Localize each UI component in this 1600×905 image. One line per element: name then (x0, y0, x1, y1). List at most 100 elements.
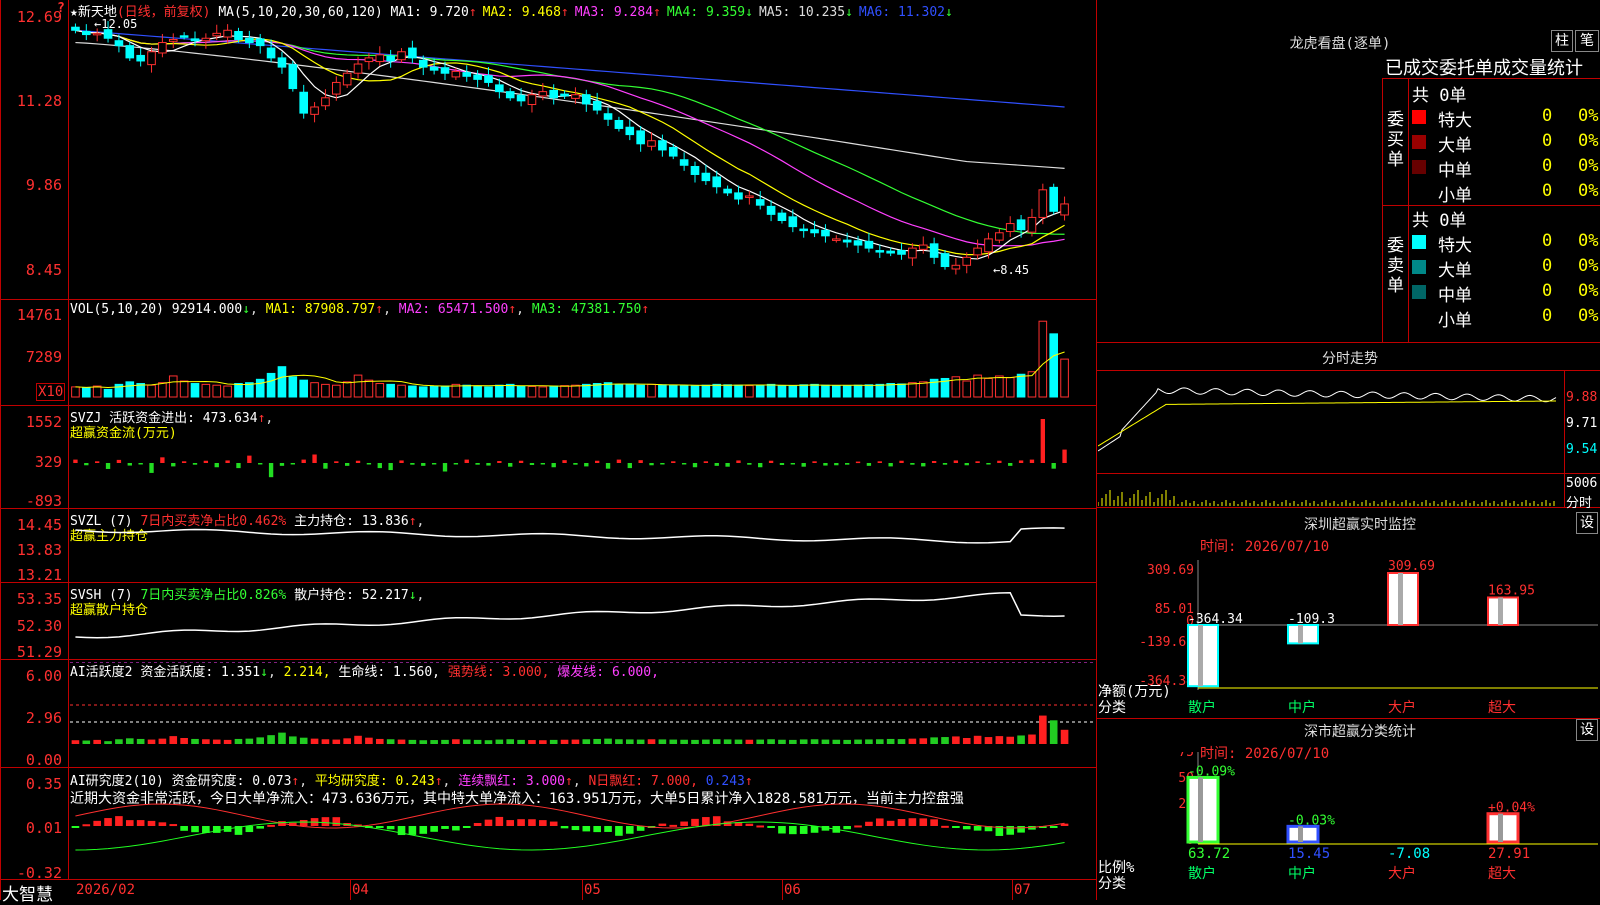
volume-bar (799, 384, 808, 398)
ai1-bar (875, 739, 884, 744)
ai2-bar (767, 826, 775, 828)
svzl-line[interactable] (70, 510, 1096, 582)
flow-bar (681, 463, 687, 465)
ai1-bar (636, 739, 645, 744)
candle-body (505, 91, 515, 99)
volume-bar (201, 383, 211, 398)
legend-swatch (1412, 110, 1426, 124)
ai2-bar (745, 823, 754, 826)
flow-bar (431, 463, 437, 465)
flow-bar (997, 460, 1002, 463)
volume-bar (712, 383, 722, 398)
volume-bar (962, 380, 972, 398)
flow-bar (703, 461, 709, 463)
intraday-chart[interactable] (1098, 371, 1564, 507)
ai1-bar (321, 739, 330, 744)
volume-bar (462, 384, 472, 398)
ai1-bar (799, 739, 808, 744)
candle-body (125, 45, 135, 59)
candle-body (277, 57, 287, 68)
ai1-bar (723, 739, 732, 744)
candle-body (310, 106, 319, 115)
ai2-chart[interactable] (70, 790, 1096, 879)
ai1-bar (506, 739, 515, 744)
ma3-line (75, 29, 1065, 247)
flow-bar (203, 460, 209, 463)
candle-body (201, 37, 211, 42)
ai1-bar (669, 739, 678, 744)
ai1-bar (430, 740, 438, 744)
sep-ai2 (0, 767, 1096, 768)
candle-body (473, 74, 482, 80)
svsh-ytick: 53.35 (16, 590, 62, 608)
candle-body (625, 126, 635, 136)
flow-bar (258, 463, 263, 465)
ai1-ytick: 2.96 (25, 709, 62, 727)
monitor-settings-button[interactable]: 设 (1576, 512, 1598, 534)
ai1-bar (191, 738, 199, 744)
volume-bar (82, 387, 91, 398)
ai1-bar (647, 739, 656, 744)
ai2-bar (680, 821, 688, 826)
svzl-ytick: 13.21 (16, 566, 62, 584)
ai1-bar (495, 739, 504, 744)
flow-bar (421, 463, 426, 466)
volume-chart[interactable] (70, 315, 1096, 399)
flow-bar (736, 460, 741, 463)
candlestick-chart[interactable] (70, 18, 1096, 299)
row-count: 0 (1542, 156, 1553, 176)
ai1-bar (1049, 720, 1058, 744)
candle-body (668, 146, 678, 157)
tick-mode-button[interactable]: 笔 (1575, 30, 1599, 52)
legend-swatch (1412, 185, 1426, 199)
ai1-bar (604, 738, 612, 744)
volume-bar (995, 375, 1004, 398)
row-count: 0 (1542, 231, 1553, 251)
classify-settings-button[interactable]: 设 (1576, 719, 1598, 741)
volume-bar (560, 385, 569, 398)
main-ytick: 11.28 (16, 92, 62, 110)
sep-svsh (0, 582, 1096, 583)
main-ytick: 8.45 (25, 261, 62, 279)
ai2-bar (104, 818, 112, 826)
ai1-bar (256, 737, 265, 744)
ai1-bar (680, 739, 688, 744)
row-pct: 0% (1578, 181, 1599, 201)
volume-bar (788, 385, 798, 398)
flow-bar (823, 463, 828, 466)
flow-bar (855, 461, 861, 464)
ai2-bar (810, 826, 819, 833)
volume-bar (364, 379, 374, 398)
flow-chart[interactable] (70, 415, 1096, 505)
ai1-bar (832, 739, 841, 744)
ai1-bar (310, 738, 319, 744)
svzl-ytick: 14.45 (16, 516, 62, 534)
svsh-line[interactable] (70, 584, 1096, 658)
right-sep3 (1096, 718, 1600, 719)
ai2-bar (452, 826, 460, 831)
volume-bar (92, 385, 102, 398)
candle-body (897, 250, 906, 255)
ai1-bar (691, 739, 699, 744)
ma1-line (75, 29, 1065, 260)
flow-bar (671, 461, 676, 463)
classify-bar-shade (1298, 826, 1303, 842)
flow-bar (497, 461, 502, 463)
ai1-chart[interactable] (70, 662, 1096, 767)
candle-body (592, 100, 602, 111)
classify-bar-chart[interactable]: 7550250-0.09%63.72散户-0.03%15.45中户-7.08大户… (1098, 752, 1598, 900)
ai2-a: 资金研究度: 0.073 (171, 774, 292, 789)
candle-body (179, 35, 189, 38)
volume-bar (745, 385, 754, 398)
flow-bar (453, 463, 459, 465)
bar-mode-button[interactable]: 柱 (1551, 30, 1573, 52)
candle-body (918, 244, 928, 250)
volume-bar (701, 384, 711, 398)
ai2-e: 0.243 (705, 774, 745, 789)
volume-bar (375, 383, 385, 398)
classify-category: 大户 (1388, 865, 1416, 882)
ai1-bar (332, 739, 341, 744)
monitor-bar-chart[interactable]: 309.6985.010-139.66-364.34-364.34散户-109.… (1098, 540, 1598, 715)
ai2-bar (245, 826, 254, 833)
flow-bar (790, 463, 795, 465)
